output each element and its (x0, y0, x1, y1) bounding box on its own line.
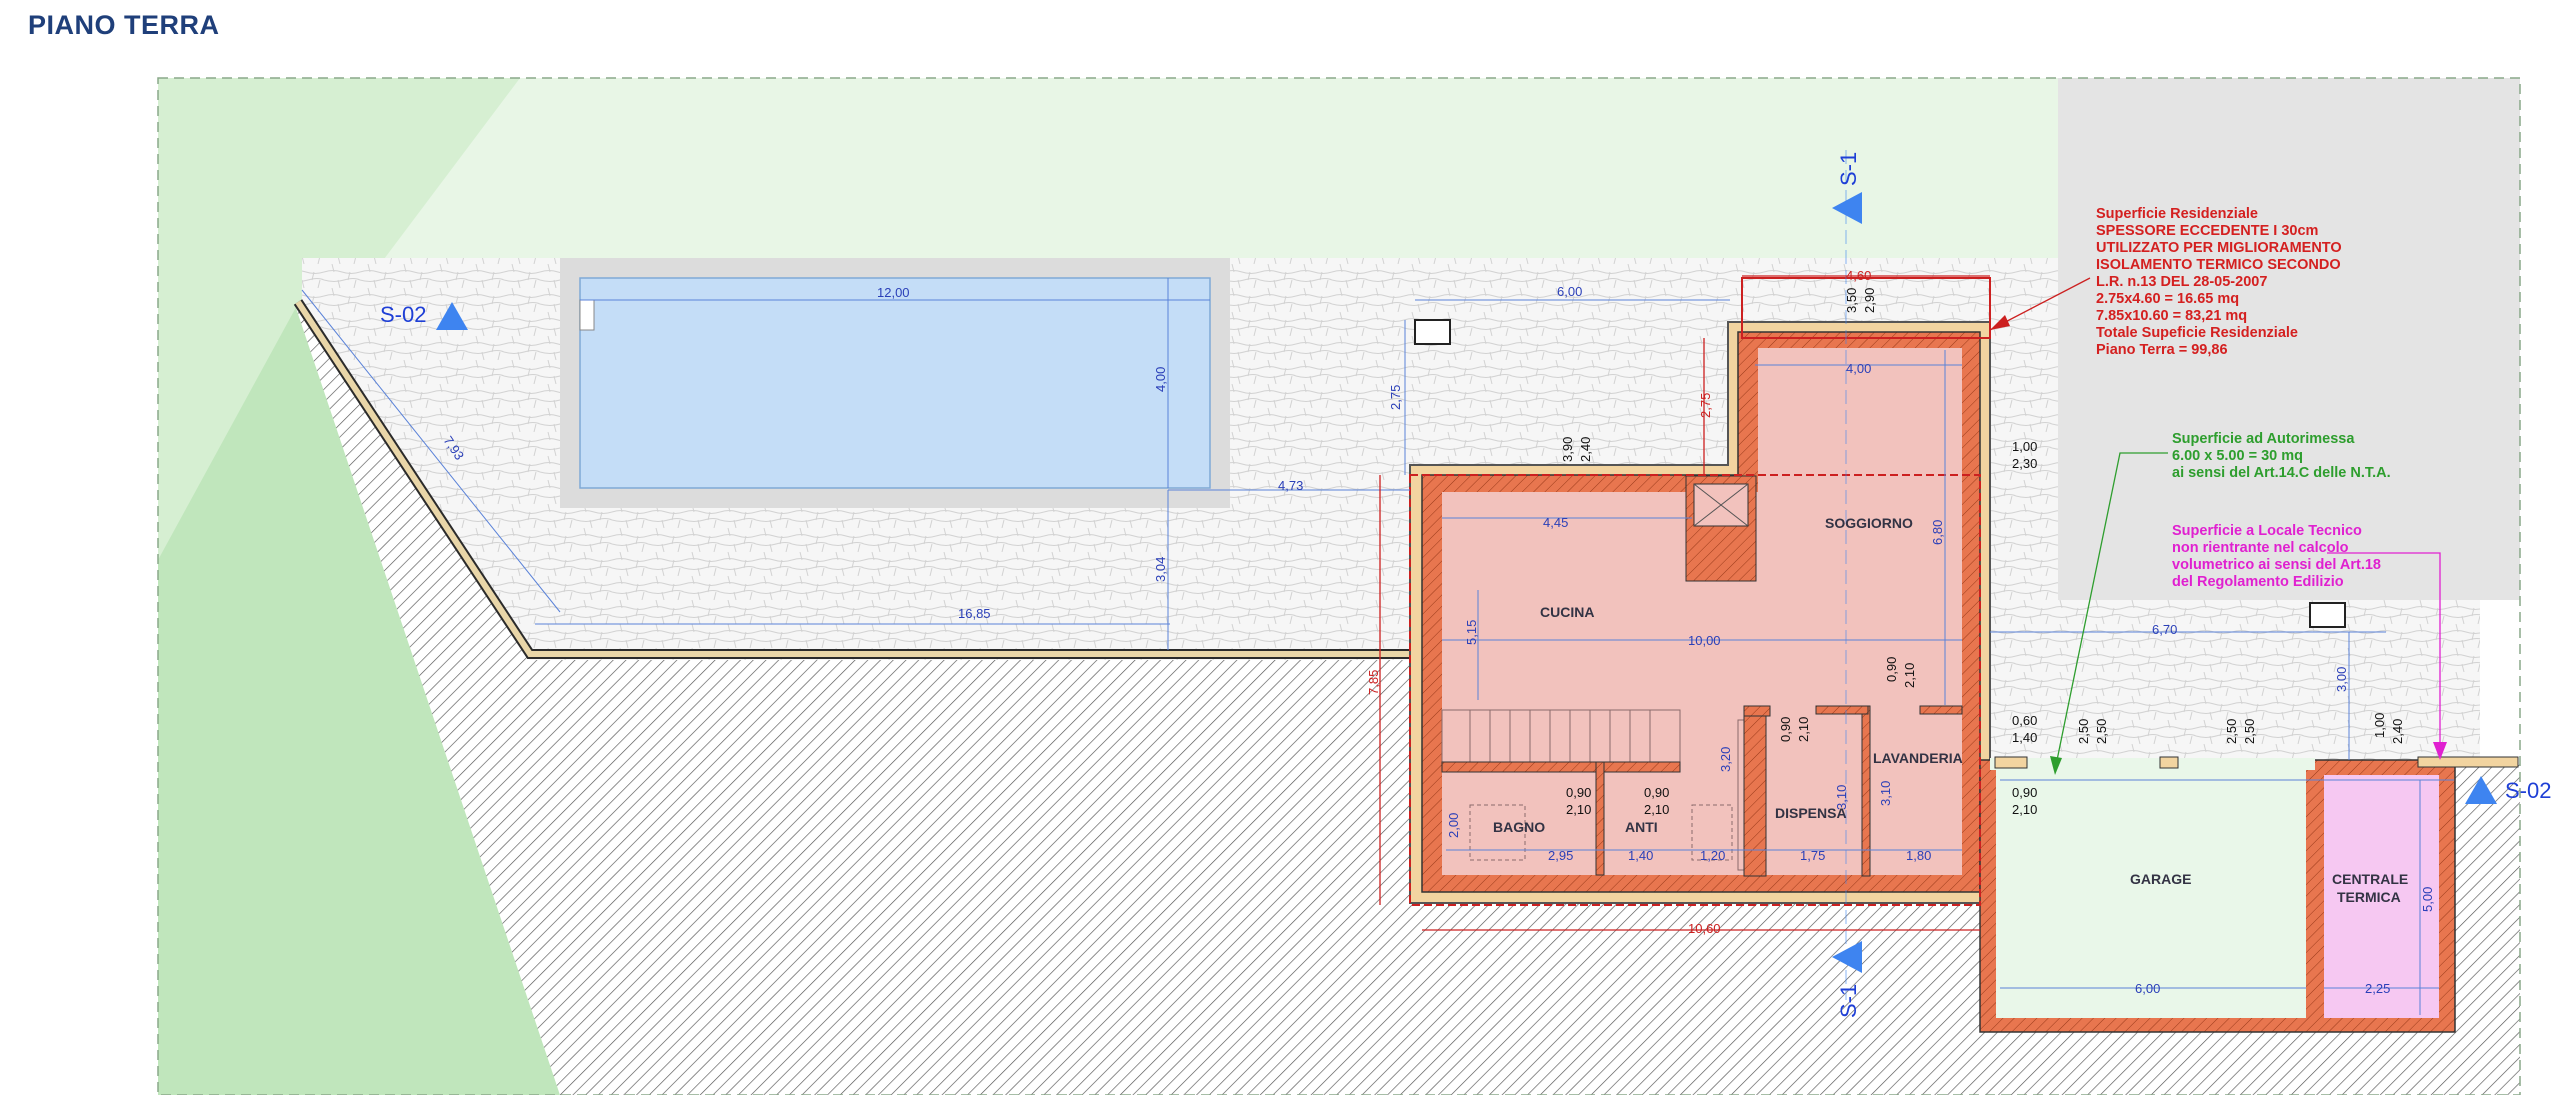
dim-win-230: 2,30 (2012, 456, 2037, 471)
room-anti: ANTI (1625, 819, 1658, 835)
pool-water (579, 277, 1211, 489)
note-residenziale-line: L.R. n.13 DEL 28-05-2007 (2096, 274, 2267, 290)
dim-bath-door-090: 0,90 (1566, 785, 1591, 800)
room-lavanderia: LAVANDERIA (1873, 750, 1963, 766)
note-tecnico-line: volumetrico ai sensi del Art.18 (2172, 557, 2381, 573)
note-residenziale-line: 2.75x4.60 = 16.65 mq (2096, 291, 2239, 307)
dim-350: 3,50 (1844, 288, 1859, 313)
pool-step (579, 299, 595, 331)
dim-soggiorno-depth: 6,80 (1930, 520, 1945, 545)
dim-lav-door-210: 2,10 (1902, 663, 1917, 688)
marker-box-2 (2309, 602, 2346, 628)
wall-bath-top (1441, 761, 1681, 773)
dim-pool-length: 12,00 (877, 285, 910, 300)
garage-column-right (2417, 756, 2519, 768)
marker-box (1414, 319, 1451, 345)
section-label-s02-left: S-02 (380, 302, 426, 327)
dim-garage-depth: 5,00 (2420, 887, 2435, 912)
dim-390: 3,90 (1560, 437, 1575, 462)
note-residenziale-line: 7.85x10.60 = 83,21 mq (2096, 308, 2247, 324)
garage-column-left (1994, 756, 2028, 769)
dim-garage-250-c: 2,50 (2224, 719, 2239, 744)
note-tecnico-line: del Regolamento Edilizio (2172, 574, 2344, 590)
room-soggiorno: SOGGIORNO (1825, 515, 1913, 531)
note-residenziale-line: Piano Terra = 99,86 (2096, 342, 2228, 358)
dim-disp-width: 1,75 (1800, 848, 1825, 863)
dim-lav-depth-b: 3,10 (1878, 781, 1893, 806)
dim-w120: 1,20 (1700, 848, 1725, 863)
dim-disp-depth: 3,20 (1718, 747, 1733, 772)
dim-290: 2,90 (1862, 288, 1877, 313)
note-residenziale-line: SPESSORE ECCEDENTE I 30cm (2096, 223, 2318, 239)
note-autorimessa-line: Superficie ad Autorimessa (2172, 431, 2355, 447)
dim-garage-250-a: 2,50 (2076, 719, 2091, 744)
room-centrale: CENTRALE (2332, 871, 2408, 887)
dim-top-width: 6,00 (1557, 284, 1582, 299)
dim-garage-100: 1,00 (2372, 713, 2387, 738)
dim-bath-depth: 2,00 (1446, 813, 1461, 838)
note-autorimessa-line: 6.00 x 5.00 = 30 mq (2172, 448, 2303, 464)
dim-disp-door-090: 0,90 (1778, 717, 1793, 742)
note-tecnico-line: non rientrante nel calcolo (2172, 540, 2349, 556)
room-bagno: BAGNO (1493, 819, 1545, 835)
dim-pool-width: 4,00 (1153, 367, 1168, 392)
dim-bath-width: 2,95 (1548, 848, 1573, 863)
note-residenziale-line: Superficie Residenziale (2096, 206, 2258, 222)
dim-garage-240: 2,40 (2390, 719, 2405, 744)
dim-terrace-length: 16,85 (958, 606, 991, 621)
note-autorimessa-line: ai sensi del Art.14.C delle N.T.A. (2172, 465, 2391, 481)
section-label-s02-right: S-02 (2505, 778, 2551, 803)
dim-to-house: 4,73 (1278, 478, 1303, 493)
dim-garage-250-d: 2,50 (2242, 719, 2257, 744)
dim-disp-door-210: 2,10 (1796, 717, 1811, 742)
lawn-edge-left (158, 560, 164, 1095)
wall-disp-top (1743, 705, 1771, 717)
dim-red-top-width: 4,60 (1846, 268, 1871, 283)
section-label-s1-top: S-1 (1836, 152, 1861, 186)
room-garage: GARAGE (2130, 871, 2191, 887)
dim-cucina-depth: 5,15 (1464, 620, 1479, 645)
dim-red-height: 7,85 (1366, 670, 1381, 695)
dim-240: 2,40 (1578, 437, 1593, 462)
wall-bath-anti (1595, 761, 1605, 876)
dim-bath-door-210: 2,10 (1566, 802, 1591, 817)
dim-garage-width: 6,00 (2135, 981, 2160, 996)
dim-centrale-width: 2,25 (2365, 981, 2390, 996)
dim-anti-door-210: 2,10 (1644, 802, 1669, 817)
dim-terrace-depth: 3,04 (1153, 557, 1168, 582)
dim-lav-depth-a: 3,10 (1834, 785, 1849, 810)
dim-win-140: 1,40 (2012, 730, 2037, 745)
room-cucina: CUCINA (1540, 604, 1594, 620)
note-residenziale-line: ISOLAMENTO TERMICO SECONDO (2096, 257, 2341, 273)
dim-garage-total: 6,70 (2152, 622, 2177, 637)
dim-anti-door-090: 0,90 (1644, 785, 1669, 800)
room-termica: TERMICA (2337, 889, 2401, 905)
dim-house-width: 10,00 (1688, 633, 1721, 648)
dim-win-060: 0,60 (2012, 713, 2037, 728)
section-label-s1-bottom: S-1 (1836, 984, 1861, 1018)
note-residenziale-line: Totale Supeficie Residenziale (2096, 325, 2298, 341)
garage-top-gap (1990, 758, 2315, 770)
dim-lav-door-090: 0,90 (1884, 657, 1899, 682)
garage-block (1979, 756, 2519, 1033)
dim-garage-door-090: 0,90 (2012, 785, 2037, 800)
note-residenziale-line: UTILIZZATO PER MIGLIORAMENTO (2096, 240, 2342, 256)
garage-column-mid (2159, 756, 2179, 769)
dim-win-100: 1,00 (2012, 439, 2037, 454)
dim-top-depth: 2,75 (1388, 385, 1403, 410)
dim-anti-width: 1,40 (1628, 848, 1653, 863)
dim-garage-250-b: 2,50 (2094, 719, 2109, 744)
dim-garage-side-depth: 3,00 (2334, 667, 2349, 692)
dim-red-width: 10,60 (1688, 921, 1721, 936)
floor-plan: SOGGIORNO CUCINA BAGNO ANTI DISPENSA LAV… (157, 77, 2551, 1095)
note-tecnico-line: Superficie a Locale Tecnico (2172, 523, 2362, 539)
dim-soggiorno-width: 4,00 (1846, 361, 1871, 376)
dim-garage-door-210: 2,10 (2012, 802, 2037, 817)
dim-cucina-width: 4,45 (1543, 515, 1568, 530)
dim-lav-width: 1,80 (1906, 848, 1931, 863)
wall-lav-top (1815, 705, 1869, 715)
dim-red-left-depth: 2,75 (1698, 393, 1713, 418)
wall-lav-right (1919, 705, 1963, 715)
